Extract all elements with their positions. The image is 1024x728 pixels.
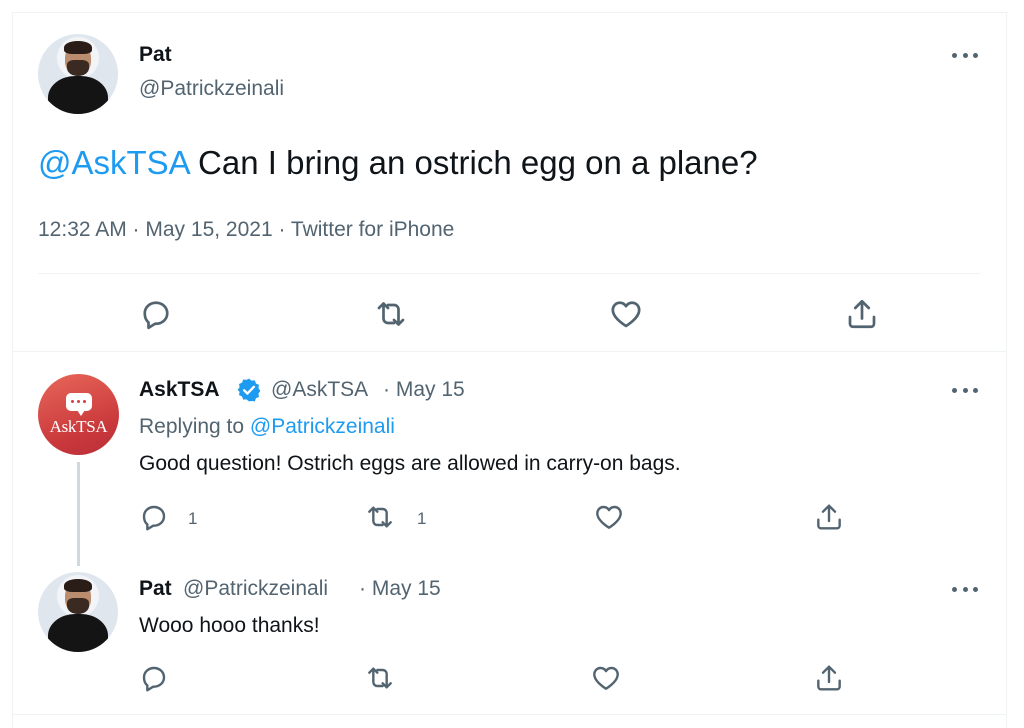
frame-top-border	[12, 12, 1008, 13]
avatar-body	[47, 75, 109, 114]
avatar-body	[47, 613, 109, 652]
tweet-text: @AskTSA Can I bring an ostrich egg on a …	[38, 144, 758, 182]
tweet-text: Good question! Ostrich eggs are allowed …	[139, 452, 681, 475]
chat-bubble-icon	[65, 392, 92, 416]
reply-icon[interactable]	[138, 501, 170, 533]
tweet-date[interactable]: · May 15	[383, 378, 465, 402]
divider	[38, 273, 980, 274]
tweet-timestamp[interactable]: 12:32 AM · May 15, 2021 · Twitter for iP…	[38, 218, 454, 242]
avatar-logo-text: AskTSA	[49, 416, 108, 436]
like-icon[interactable]	[608, 296, 644, 332]
share-icon[interactable]	[813, 501, 845, 533]
reply-icon[interactable]	[138, 296, 174, 332]
like-icon[interactable]	[590, 662, 622, 694]
author-handle[interactable]: @Patrickzeinali	[183, 577, 328, 601]
retweet-icon[interactable]	[364, 501, 396, 533]
reply-icon[interactable]	[138, 662, 170, 694]
replying-to-link[interactable]: @Patrickzeinali	[250, 415, 395, 438]
retweet-icon[interactable]	[373, 296, 409, 332]
frame-left-border	[12, 12, 13, 728]
more-options-icon[interactable]	[952, 50, 978, 60]
verified-badge-icon	[236, 377, 262, 403]
author-handle[interactable]: @AskTSA	[271, 378, 368, 402]
tweet-text: Wooo hooo thanks!	[139, 614, 320, 637]
share-icon[interactable]	[813, 662, 845, 694]
thread-connector-line	[77, 462, 80, 566]
reply-count: 1	[188, 509, 198, 528]
avatar-beard	[66, 597, 90, 614]
author-name[interactable]: AskTSA	[139, 378, 220, 402]
divider	[12, 714, 1007, 715]
avatar-hair	[64, 579, 92, 592]
avatar[interactable]: AskTSA	[38, 374, 119, 455]
share-icon[interactable]	[844, 296, 880, 332]
author-name[interactable]: Pat	[139, 577, 172, 601]
avatar[interactable]	[38, 34, 118, 114]
replying-to-prefix: Replying to	[139, 415, 250, 438]
retweet-count: 1	[417, 509, 427, 528]
avatar-beard	[66, 59, 90, 76]
author-name[interactable]: Pat	[139, 43, 172, 67]
author-handle[interactable]: @Patrickzeinali	[139, 77, 284, 101]
avatar[interactable]	[38, 572, 118, 652]
avatar-hair	[64, 41, 92, 54]
replying-to-line: Replying to @Patrickzeinali	[139, 415, 395, 439]
divider	[12, 351, 1007, 352]
mention-link[interactable]: @AskTSA	[38, 144, 189, 181]
like-icon[interactable]	[593, 501, 625, 533]
frame-right-border	[1006, 12, 1007, 728]
retweet-icon[interactable]	[364, 662, 396, 694]
more-options-icon[interactable]	[952, 385, 978, 395]
tweet-date[interactable]: · May 15	[359, 577, 441, 601]
more-options-icon[interactable]	[952, 584, 978, 594]
tweet-body: Can I bring an ostrich egg on a plane?	[188, 144, 758, 181]
